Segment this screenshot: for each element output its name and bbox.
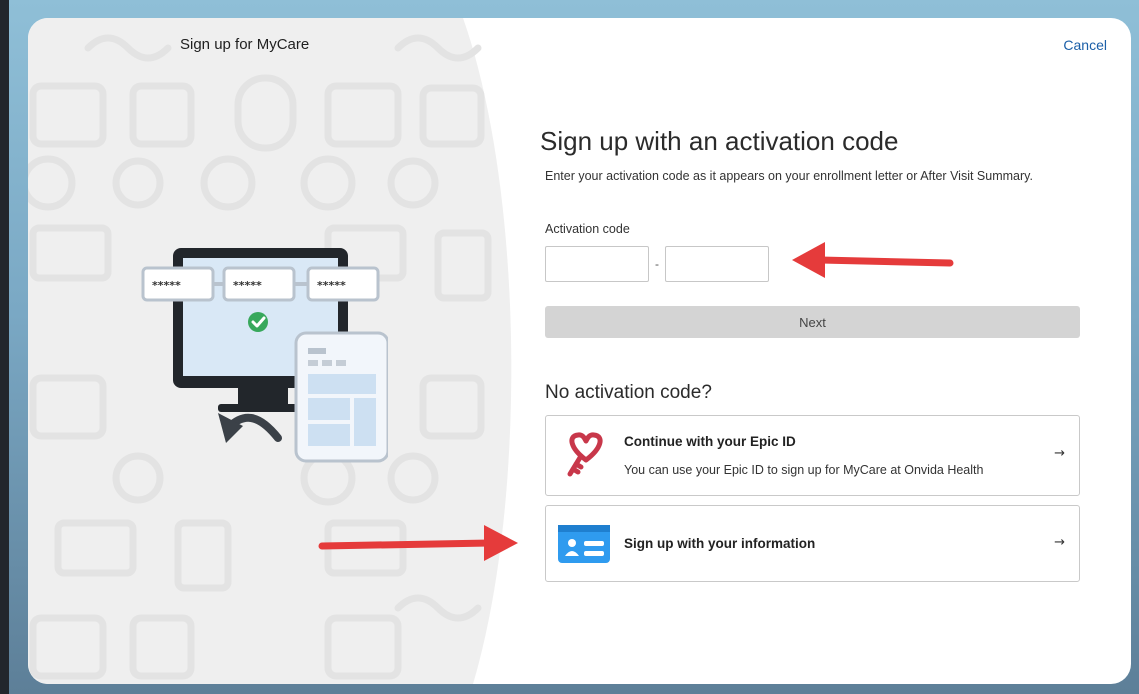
epic-id-option-subtitle: You can use your Epic ID to sign up for … [624,463,984,477]
sign-up-option-title: Sign up with your information [624,536,816,551]
masked-code-3: ***** [317,279,346,292]
masked-code-2: ***** [233,279,262,292]
code-separator: - [655,257,659,271]
activation-code-label: Activation code [545,222,630,236]
curved-arrow-icon [218,413,282,443]
sign-up-with-information-option[interactable]: Sign up with your information → [545,505,1080,582]
document-icon [294,331,388,463]
check-icon [248,312,268,332]
signup-modal: ***** ***** ***** Sign up for MyCare Can… [28,18,1131,684]
epic-key-icon [567,432,603,477]
computer-illustration [141,248,388,463]
epic-id-option[interactable]: Continue with your Epic ID You can use y… [545,415,1080,496]
no-code-heading: No activation code? [545,382,712,403]
epic-id-option-title: Continue with your Epic ID [624,434,796,449]
arrow-right-icon: → [1054,535,1065,550]
masked-code-1: ***** [152,279,181,292]
cancel-link[interactable]: Cancel [1063,37,1107,53]
activation-code-part1-input[interactable] [545,246,649,282]
left-illustration-panel: ***** ***** ***** Sign up for MyCare [28,18,548,684]
window-edge [0,0,9,694]
id-card-icon [558,525,610,563]
next-button[interactable]: Next [545,306,1080,338]
dialog-title: Sign up for MyCare [180,36,310,53]
page-title: Sign up with an activation code [540,126,899,156]
description-text: Enter your activation code as it appears… [545,169,1033,183]
arrow-right-icon: → [1054,446,1065,461]
activation-code-part2-input[interactable] [665,246,769,282]
